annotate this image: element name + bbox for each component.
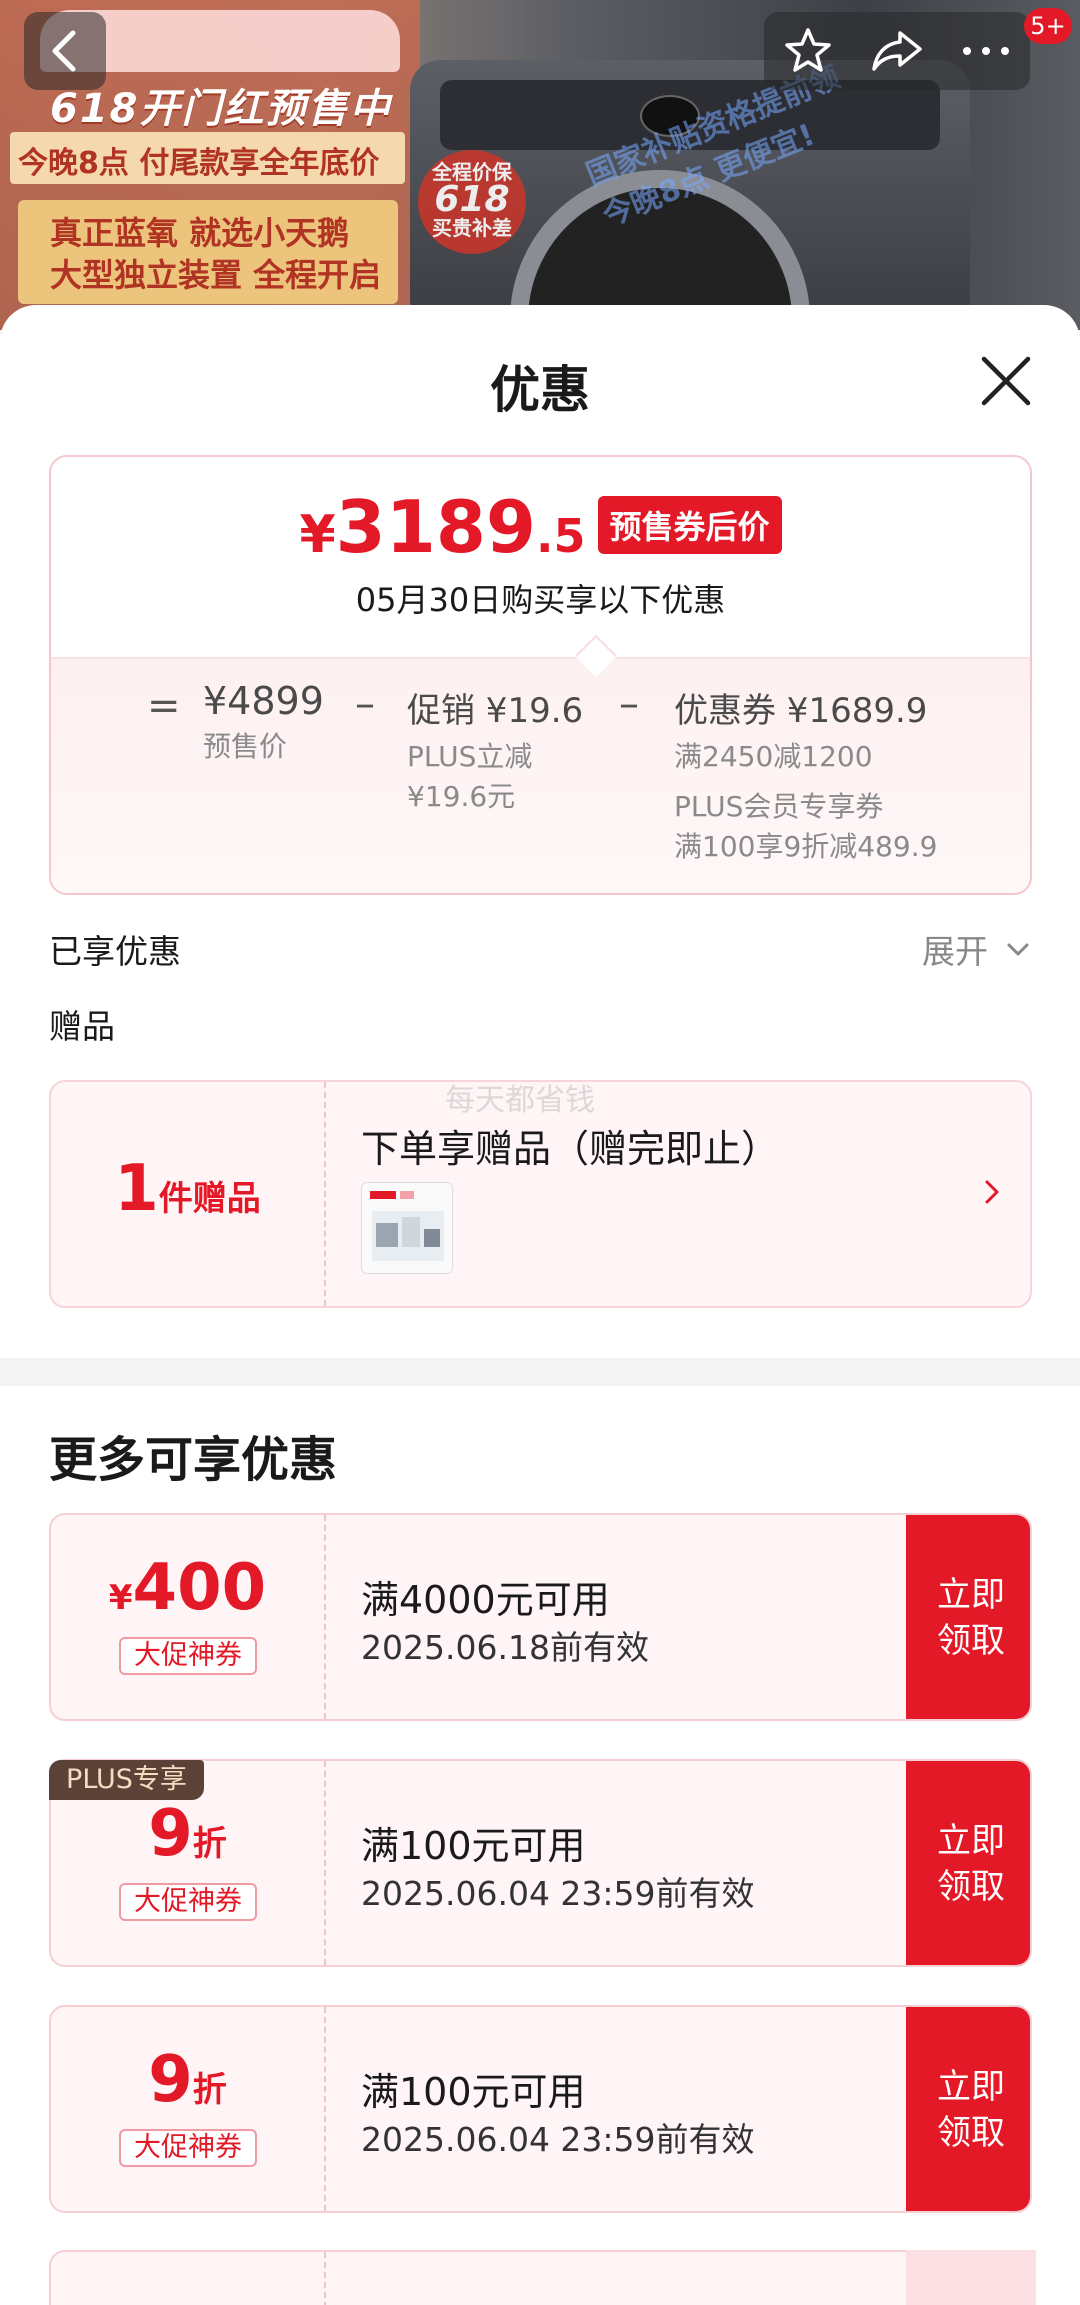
watermark: 每天都省钱 <box>445 1083 595 1118</box>
coupon-amount: 9折 <box>51 1797 324 1871</box>
gift-count-unit: 件赠品 <box>158 1179 261 1219</box>
share-button[interactable] <box>853 29 942 73</box>
price-protect-badge: 全程价保 618 买贵补差 <box>418 150 526 254</box>
coupon-card-partial <box>49 2250 1036 2305</box>
price-subtitle: 05月30日购买享以下优惠 <box>355 581 726 619</box>
gift-product-image <box>370 1191 444 1261</box>
badge-line: 买贵补差 <box>432 216 512 240</box>
minus-sign: – <box>355 681 375 727</box>
coupon-card: ¥400 大促神券 满4000元可用 2025.06.18前有效 立即 领取 <box>49 1513 1032 1721</box>
price-tag: 预售券后价 <box>597 496 782 554</box>
more-button[interactable] <box>941 45 1030 57</box>
gift-count-number: 1 <box>114 1152 159 1226</box>
coupon-validity: 2025.06.18前有效 <box>361 1628 649 1667</box>
claim-button[interactable]: 立即 领取 <box>906 2007 1030 2211</box>
coupon-value: 优惠券 ¥1689.9 <box>674 691 928 731</box>
coupon-type: 大促神券 <box>119 1637 257 1675</box>
coupon-value: 9 <box>148 1797 193 1871</box>
coupon-detail: PLUS会员专享券 <box>674 790 884 823</box>
coupon-detail: 满100享9折减489.9 <box>674 830 938 863</box>
claim-button[interactable]: 立即 领取 <box>906 1761 1030 1965</box>
divider <box>324 1761 326 1965</box>
coupon-amount: ¥400 <box>51 1551 324 1625</box>
price-summary-card: ¥3189.5 预售券后价 05月30日购买享以下优惠 = ¥4899 预售价 –… <box>49 455 1032 895</box>
more-icon <box>962 47 1009 55</box>
presale-price: ¥4899 <box>203 679 324 723</box>
banner-line: 真正蓝氧 就选小天鹅 <box>50 214 350 252</box>
divider <box>324 2007 326 2211</box>
divider <box>324 1515 326 1719</box>
coupon-suffix: 折 <box>192 2070 227 2110</box>
gift-section-label: 赠品 <box>49 1007 115 1046</box>
plus-exclusive-tag: PLUS专享 <box>49 1760 204 1800</box>
top-actions <box>764 12 1030 90</box>
coupon-type: 大促神券 <box>119 2129 257 2167</box>
divider <box>324 2252 326 2305</box>
coupon-condition: 满100元可用 <box>361 1824 586 1868</box>
claim-button[interactable]: 立即 领取 <box>906 1515 1030 1719</box>
price-top: ¥3189.5 预售券后价 05月30日购买享以下优惠 <box>51 457 1030 657</box>
promo-detail: ¥19.6元 <box>407 780 516 813</box>
claim-label: 立即 领取 <box>937 2067 1005 2153</box>
coupon-validity: 2025.06.04 23:59前有效 <box>361 2120 755 2159</box>
coupon-prefix: ¥ <box>108 1578 133 1618</box>
star-icon <box>785 28 832 72</box>
price-breakdown: = ¥4899 预售价 – 促销 ¥19.6 PLUS立减 ¥19.6元 – 优… <box>51 657 1030 893</box>
banner-strip-text: 今晚8点 付尾款享全年底价 <box>18 146 380 181</box>
chevron-down-icon[interactable] <box>1005 937 1031 963</box>
gift-thumbnail[interactable] <box>361 1182 453 1274</box>
coupon-value: 400 <box>132 1551 267 1625</box>
coupon-value: 9 <box>148 2043 193 2117</box>
chevron-left-icon <box>52 30 76 72</box>
coupon-validity: 2025.06.04 23:59前有效 <box>361 1874 755 1913</box>
claim-label: 立即 领取 <box>937 1821 1005 1907</box>
coupon-card: 9折 大促神券 满100元可用 2025.06.04 23:59前有效 立即 领… <box>49 2005 1032 2213</box>
badge-line: 618 <box>434 179 510 220</box>
close-icon[interactable] <box>978 353 1034 409</box>
favorite-button[interactable] <box>764 26 853 76</box>
promo-value: 促销 ¥19.6 <box>407 691 584 731</box>
sheet-title: 优惠 <box>490 361 590 419</box>
final-price: ¥3189.5 预售券后价 <box>51 485 1030 569</box>
coupon-detail: 满2450减1200 <box>674 740 873 773</box>
more-offers-title: 更多可享优惠 <box>49 1432 338 1488</box>
enjoyed-label: 已享优惠 <box>49 932 181 971</box>
claim-button[interactable] <box>906 2250 1036 2305</box>
notification-badge: 5+ <box>1024 8 1072 44</box>
equals-sign: = <box>147 683 181 729</box>
coupon-amount: 9折 <box>51 2043 324 2117</box>
expand-button[interactable]: 展开 <box>922 925 988 973</box>
chevron-right-icon[interactable] <box>977 1172 1007 1212</box>
minus-sign: – <box>619 681 639 727</box>
coupon-type: 大促神券 <box>119 1883 257 1921</box>
gift-title: 下单享赠品（赠完即止） <box>361 1127 780 1171</box>
coupon-condition: 满100元可用 <box>361 2070 586 2114</box>
presale-label: 预售价 <box>203 730 288 763</box>
share-icon <box>872 31 922 71</box>
price-integer: 3189 <box>335 485 537 569</box>
price-currency: ¥ <box>299 505 336 565</box>
section-divider <box>0 1358 1080 1386</box>
coupon-suffix: 折 <box>192 1824 227 1864</box>
price-decimal: .5 <box>536 509 586 563</box>
coupon-condition: 满4000元可用 <box>361 1578 610 1622</box>
banner-lines: 真正蓝氧 就选小天鹅 大型独立装置 全程开启 <box>50 212 381 296</box>
back-button[interactable] <box>24 12 106 90</box>
banner-line: 大型独立装置 全程开启 <box>50 256 382 294</box>
divider <box>324 1082 326 1306</box>
claim-label: 立即 领取 <box>937 1575 1005 1661</box>
promo-detail: PLUS立减 <box>407 740 533 773</box>
gift-count: 1件赠品 <box>51 1152 324 1226</box>
